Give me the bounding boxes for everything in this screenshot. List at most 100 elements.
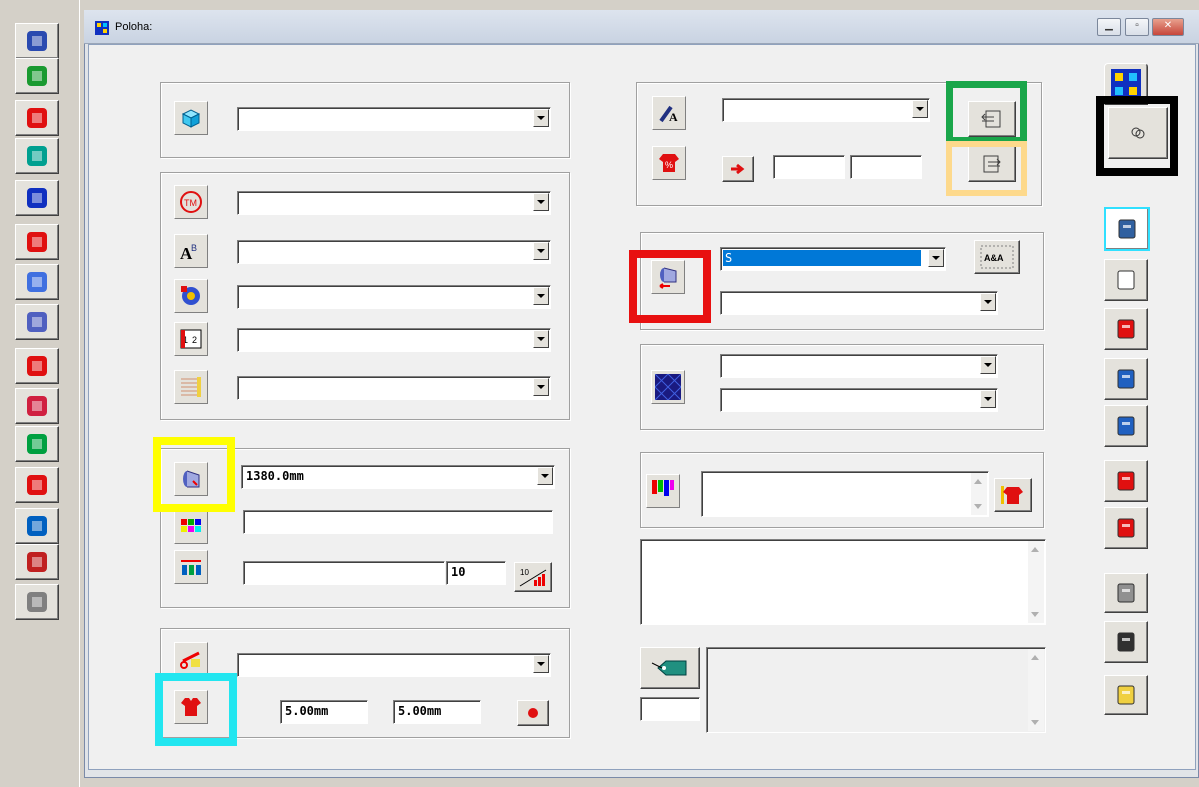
pattern-red-tool-button[interactable] — [15, 224, 59, 260]
color-drop-button[interactable] — [646, 474, 680, 508]
markers-button[interactable] — [1104, 308, 1148, 350]
size-combo[interactable]: S — [720, 247, 946, 271]
step-ruler-box[interactable] — [174, 550, 208, 584]
globe-garment-tool-button[interactable] — [15, 584, 59, 620]
document-hourglass-tool-button[interactable] — [15, 388, 59, 424]
garment-red-tool-button[interactable] — [15, 100, 59, 136]
step-text-field[interactable] — [243, 561, 445, 585]
highlight-light-yellow — [946, 141, 1027, 196]
pattern-grid-icon — [27, 188, 47, 208]
highlight-black — [1096, 96, 1178, 176]
svg-text:TM: TM — [184, 198, 197, 208]
color-settings-button[interactable] — [174, 279, 208, 313]
argyle-icon — [655, 374, 681, 400]
pattern-combo-1[interactable] — [720, 354, 998, 378]
tm-icon: TM — [180, 191, 202, 213]
title-bar — [84, 10, 1199, 44]
svg-text:%: % — [665, 160, 673, 170]
layout-print-icon — [1117, 369, 1135, 389]
tag-text-area[interactable] — [706, 647, 1046, 733]
abc-icon: AB — [180, 243, 197, 263]
svg-text:10: 10 — [520, 568, 529, 577]
field-b[interactable] — [850, 155, 922, 179]
book-1-2-icon: 12 — [180, 329, 202, 349]
fabric-stripes-combo[interactable] — [237, 376, 551, 400]
book-1-2-combo[interactable] — [237, 328, 551, 352]
piece-grid-tool-button[interactable] — [15, 544, 59, 580]
arrows-colors-button[interactable] — [1104, 405, 1148, 447]
color-drop-icon — [1117, 471, 1135, 491]
new-document-icon — [1117, 270, 1135, 290]
tm-combo[interactable] — [237, 191, 551, 215]
open-folder-button[interactable] — [1104, 675, 1148, 715]
fabric-roll-tool-button[interactable] — [15, 304, 59, 340]
pattern-red-icon — [27, 232, 47, 252]
save-button[interactable] — [1104, 621, 1148, 663]
colors-grid-box[interactable] — [174, 510, 208, 544]
cutting-combo[interactable] — [237, 653, 551, 677]
piece-grid-icon — [27, 552, 47, 572]
refresh-tool-button[interactable] — [15, 23, 59, 59]
globe-garment-icon — [27, 592, 47, 612]
maximize-button[interactable]: ▫ — [1125, 18, 1149, 36]
pattern-combo-2[interactable] — [720, 388, 998, 412]
fabric-width-combo[interactable]: 1380.0mm — [241, 465, 555, 489]
font-combo[interactable] — [722, 98, 930, 122]
pattern-grid-tool-button[interactable] — [15, 180, 59, 216]
margin-left-field[interactable]: 5.00mm — [280, 700, 368, 724]
shape-combo[interactable] — [237, 107, 551, 131]
percent-garment-button[interactable]: % — [652, 146, 686, 180]
notes-area[interactable] — [640, 539, 1046, 625]
markers-icon — [1117, 319, 1135, 339]
arrow-right-button[interactable] — [722, 156, 754, 182]
color-text-area[interactable] — [701, 471, 989, 517]
garment-red-icon — [27, 108, 47, 128]
cabinet-button[interactable] — [1104, 207, 1150, 251]
tag-small-field[interactable] — [640, 697, 700, 721]
ruler-grid-icon — [181, 560, 201, 575]
color-drop-button[interactable] — [1104, 460, 1148, 502]
field-a[interactable] — [773, 155, 845, 179]
save-icon — [1117, 632, 1135, 652]
printer-button[interactable] — [1104, 573, 1148, 613]
cube-icon-box[interactable] — [174, 101, 208, 135]
step-increment-button[interactable]: 10 — [514, 562, 552, 592]
scissors-cc-tool-button[interactable] — [15, 426, 59, 462]
scissors-icon — [180, 651, 200, 669]
dress-icon — [27, 146, 47, 166]
abc-button[interactable]: AB — [174, 234, 208, 268]
step-count-field[interactable]: 10 — [446, 561, 506, 585]
minimize-button[interactable]: ▁ — [1097, 18, 1121, 36]
fabric-stripes-button[interactable] — [174, 370, 208, 404]
chart-tool-button[interactable] — [15, 58, 59, 94]
scissors-sign-button[interactable] — [1104, 507, 1148, 549]
tm-button[interactable]: TM — [174, 185, 208, 219]
highlight-cyan — [155, 673, 237, 746]
cutting-button[interactable] — [174, 642, 208, 676]
scissors-sign-icon — [1117, 518, 1135, 538]
new-document-button[interactable] — [1104, 259, 1148, 301]
grid-arrows-tool-button[interactable] — [15, 508, 59, 544]
color-circles-tool-button[interactable] — [15, 264, 59, 300]
document-hourglass-icon — [27, 396, 47, 416]
record-button[interactable] — [517, 700, 549, 726]
argyle-button[interactable] — [651, 370, 685, 404]
book-1-2-button[interactable]: 12 — [174, 322, 208, 356]
font-style-button[interactable]: A — [652, 96, 686, 130]
window-title: Poloha: — [115, 21, 153, 33]
dress-tool-button[interactable] — [15, 138, 59, 174]
chart-icon — [27, 66, 47, 86]
aba-button[interactable]: A&A — [974, 240, 1020, 274]
garment-color-button[interactable] — [994, 478, 1032, 512]
arrows-tool-button[interactable] — [15, 348, 59, 384]
tag-button[interactable] — [640, 647, 700, 689]
size-selection-highlight — [723, 250, 921, 266]
margin-right-field[interactable]: 5.00mm — [393, 700, 481, 724]
abc-combo[interactable] — [237, 240, 551, 264]
cut-pieces-tool-button[interactable] — [15, 467, 59, 503]
color-settings-combo[interactable] — [237, 285, 551, 309]
close-button[interactable]: ✕ — [1152, 18, 1184, 36]
size-secondary-combo[interactable] — [720, 291, 998, 315]
layout-print-button[interactable] — [1104, 358, 1148, 400]
colors-text-field[interactable] — [243, 510, 553, 534]
